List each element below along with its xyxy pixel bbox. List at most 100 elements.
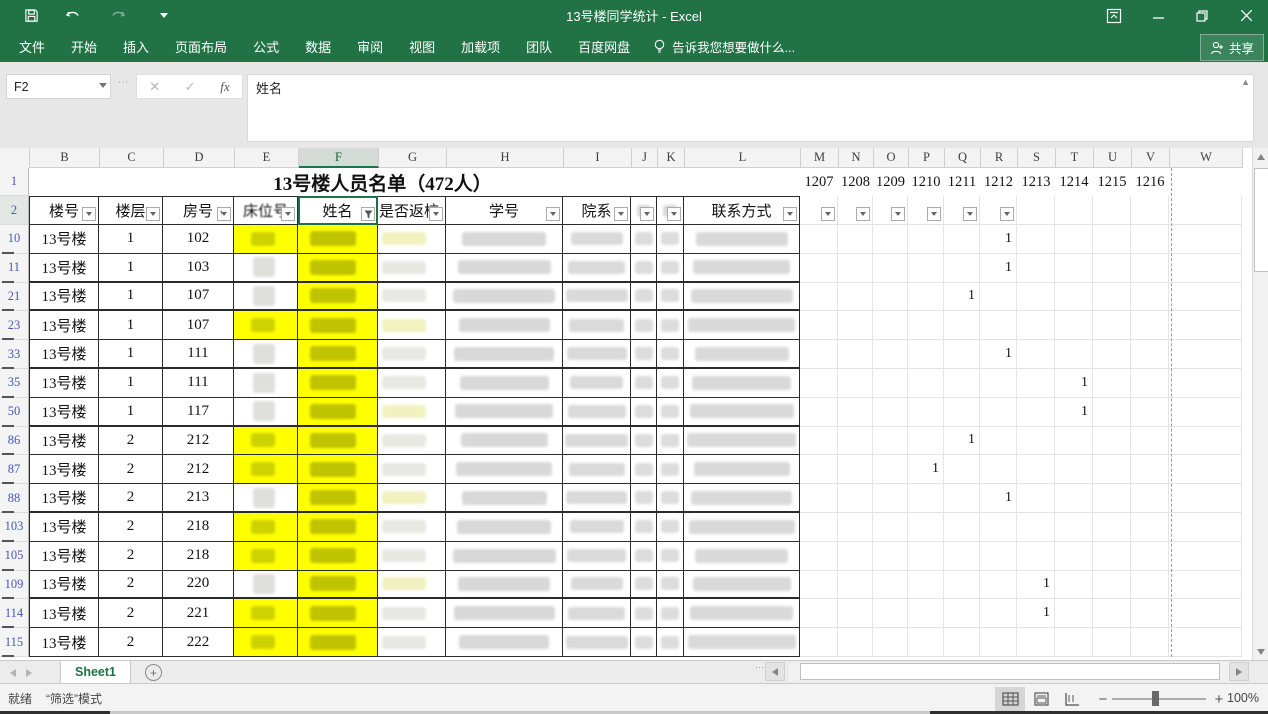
cell-T21[interactable] — [1055, 283, 1093, 312]
cell-F114[interactable] — [298, 599, 378, 628]
cell-B105[interactable]: 13号楼 — [29, 542, 99, 571]
ribbon-tab-1[interactable]: 开始 — [58, 31, 110, 62]
cell-J35[interactable] — [631, 369, 657, 398]
table-header-cell-N[interactable] — [838, 196, 873, 225]
cell-N87[interactable] — [838, 455, 873, 484]
cell-Q103[interactable] — [944, 513, 980, 542]
cell-J103[interactable] — [631, 513, 657, 542]
ribbon-tab-8[interactable]: 加载项 — [448, 31, 513, 62]
row-header-50[interactable]: 50 — [0, 398, 29, 427]
cell-V23[interactable] — [1131, 311, 1169, 340]
filter-dropdown-icon[interactable] — [281, 207, 295, 221]
column-header-N[interactable]: N — [839, 148, 874, 168]
cell-M105[interactable] — [800, 542, 838, 571]
formula-bar-splitter[interactable]: ⋮ — [117, 77, 128, 88]
cell-N11[interactable] — [838, 254, 873, 283]
cell-F86[interactable] — [298, 427, 378, 456]
cell-C103[interactable]: 2 — [99, 513, 163, 542]
column-header-H[interactable]: H — [447, 148, 564, 168]
cell-C86[interactable]: 2 — [99, 427, 163, 456]
cell-I109[interactable] — [563, 571, 631, 600]
cell-S115[interactable] — [1017, 628, 1055, 657]
cell-F103[interactable] — [298, 513, 378, 542]
cell-H35[interactable] — [446, 369, 563, 398]
cell-R109[interactable] — [980, 571, 1017, 600]
cell-U21[interactable] — [1093, 283, 1131, 312]
room-number-cell-U[interactable]: 1215 — [1093, 168, 1131, 196]
column-header-L[interactable]: L — [685, 148, 801, 168]
cell-B35[interactable]: 13号楼 — [29, 369, 99, 398]
cell-F11[interactable] — [298, 254, 378, 283]
formula-input[interactable]: 姓名 — [247, 74, 1254, 142]
cell-T105[interactable] — [1055, 542, 1093, 571]
cell-N105[interactable] — [838, 542, 873, 571]
row-header-115[interactable]: 115 — [0, 628, 29, 657]
filter-dropdown-icon[interactable] — [667, 207, 681, 221]
cell-L103[interactable] — [684, 513, 800, 542]
cell-R105[interactable] — [980, 542, 1017, 571]
table-header-E[interactable]: 床位号 — [234, 196, 298, 225]
cell-N50[interactable] — [838, 398, 873, 427]
cell-R35[interactable] — [980, 369, 1017, 398]
cell-F50[interactable] — [298, 398, 378, 427]
cell-N115[interactable] — [838, 628, 873, 657]
cell-V11[interactable] — [1131, 254, 1169, 283]
row-header-114[interactable]: 114 — [0, 599, 29, 628]
row-header-23[interactable]: 23 — [0, 311, 29, 340]
cell-S86[interactable] — [1017, 427, 1055, 456]
cell-M114[interactable] — [800, 599, 838, 628]
cell-N35[interactable] — [838, 369, 873, 398]
cell-O103[interactable] — [873, 513, 908, 542]
cell-C21[interactable]: 1 — [99, 283, 163, 312]
filter-dropdown-icon[interactable] — [429, 207, 443, 221]
ribbon-tab-file[interactable]: 文件 — [6, 31, 58, 62]
cell-B103[interactable]: 13号楼 — [29, 513, 99, 542]
cell-V88[interactable] — [1131, 484, 1169, 513]
cell-U115[interactable] — [1093, 628, 1131, 657]
cell-M86[interactable] — [800, 427, 838, 456]
column-header-G[interactable]: G — [379, 148, 447, 168]
column-header-J[interactable]: J — [632, 148, 658, 168]
cell-L21[interactable] — [684, 283, 800, 312]
row-header-35[interactable]: 35 — [0, 369, 29, 398]
cell-U103[interactable] — [1093, 513, 1131, 542]
cell-P115[interactable] — [908, 628, 944, 657]
table-header-cell-U[interactable] — [1093, 196, 1131, 225]
filter-dropdown-icon[interactable] — [546, 207, 560, 221]
view-page-break-button[interactable] — [1057, 687, 1087, 711]
row-header-88[interactable]: 88 — [0, 484, 29, 513]
cell-H33[interactable] — [446, 340, 563, 369]
filter-dropdown-icon[interactable] — [640, 207, 654, 221]
ribbon-tab-3[interactable]: 页面布局 — [162, 31, 240, 62]
cell-H88[interactable] — [446, 484, 563, 513]
cell-K33[interactable] — [657, 340, 684, 369]
cell-M103[interactable] — [800, 513, 838, 542]
cell-G87[interactable] — [378, 455, 446, 484]
row-header-109[interactable]: 109 — [0, 571, 29, 600]
cell-I11[interactable] — [563, 254, 631, 283]
cell-S87[interactable] — [1017, 455, 1055, 484]
cell-P87[interactable]: 1 — [908, 455, 944, 484]
cell-D105[interactable]: 218 — [163, 542, 234, 571]
cell-C11[interactable]: 1 — [99, 254, 163, 283]
cell-D10[interactable]: 102 — [163, 225, 234, 254]
row-header-2[interactable]: 2 — [0, 196, 29, 225]
cell-H105[interactable] — [446, 542, 563, 571]
cell-Q21[interactable]: 1 — [944, 283, 980, 312]
cell-M87[interactable] — [800, 455, 838, 484]
cell-F87[interactable] — [298, 455, 378, 484]
cell-K23[interactable] — [657, 311, 684, 340]
column-header-T[interactable]: T — [1056, 148, 1094, 168]
cell-O33[interactable] — [873, 340, 908, 369]
cell-D11[interactable]: 103 — [163, 254, 234, 283]
cell-D50[interactable]: 117 — [163, 398, 234, 427]
cell-L10[interactable] — [684, 225, 800, 254]
cell-W33[interactable] — [1169, 340, 1242, 369]
cell-U10[interactable] — [1093, 225, 1131, 254]
prev-sheet-icon[interactable] — [10, 669, 16, 677]
cell-I115[interactable] — [563, 628, 631, 657]
cell-O115[interactable] — [873, 628, 908, 657]
cell-E109[interactable] — [234, 571, 298, 600]
cell-P21[interactable] — [908, 283, 944, 312]
cell-S33[interactable] — [1017, 340, 1055, 369]
